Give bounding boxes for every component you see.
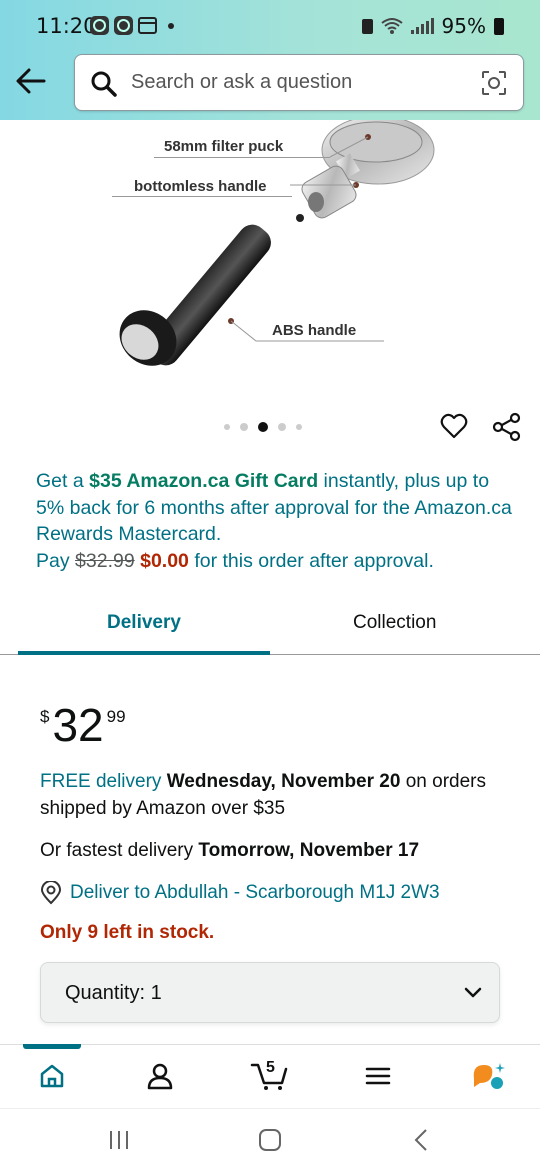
home-icon[interactable] [38,1062,66,1090]
status-time: 11:20 [36,14,97,38]
carousel-dot[interactable] [278,423,286,431]
status-bar: 11:20 95% [0,0,540,52]
cart-count-badge: 5 [266,1059,275,1076]
carousel-dot[interactable] [224,424,230,430]
callout-line [112,196,292,197]
camera-search-icon[interactable] [481,70,507,96]
signal-icon [410,18,434,34]
promo-text: for this order after approval. [188,549,434,572]
location-pin-icon [40,881,62,905]
fastest-delivery-prefix: Or fastest delivery [40,840,199,861]
search-bar[interactable]: Search or ask a question [74,54,524,111]
recent-apps-icon[interactable] [108,1129,130,1151]
promo-old-price: $32.99 [75,549,135,572]
callout-abs-handle: ABS handle [272,322,357,339]
share-icon[interactable] [492,412,522,442]
carousel-indicator[interactable] [224,422,302,432]
tab-active-indicator [18,651,270,655]
fastest-delivery: Or fastest delivery Tomorrow, November 1… [40,838,510,865]
system-navigation-bar [0,1108,540,1170]
callout-line [154,157,330,158]
quantity-label: Quantity: 1 [65,982,162,1004]
promo-text: Get a [36,470,90,492]
promo-text: Pay [36,549,76,572]
quantity-select[interactable]: Quantity: 1 [40,962,500,1023]
chevron-down-icon [464,987,482,998]
fulfillment-tabs: Delivery Collection [0,600,540,656]
app-header: 11:20 95% Search or ask a question [0,0,540,120]
nav-active-indicator [23,1044,81,1049]
delivery-date: Wednesday, November 20 [166,771,401,792]
menu-icon[interactable] [364,1062,392,1090]
notification-app-icon [114,16,133,35]
tab-delivery[interactable]: Delivery [107,612,181,634]
price-currency: $ [40,707,50,726]
search-input[interactable]: Search or ask a question [131,71,352,94]
promo-gift-card: $35 Amazon.ca Gift Card [89,470,319,492]
carousel-dot[interactable] [296,424,302,430]
price-fraction: 99 [106,707,126,726]
home-button-icon[interactable] [258,1128,282,1152]
calendar-icon [138,17,157,34]
notification-icons [90,16,174,35]
battery-icon [494,17,504,35]
notification-app-icon [90,16,109,35]
back-arrow-icon[interactable] [14,66,48,96]
carousel-dot[interactable] [240,423,248,431]
deliver-to-link[interactable]: Deliver to Abdullah - Scarborough M1J 2W… [70,880,540,907]
product-image[interactable]: 58mm filter puck bottomless handle ABS h… [0,120,540,400]
heart-icon[interactable] [440,412,468,440]
tab-collection[interactable]: Collection [353,612,436,634]
fastest-delivery-date: Tomorrow, November 17 [198,840,420,861]
search-icon [91,71,117,97]
account-icon[interactable] [146,1062,174,1090]
battery-percent: 95% [441,14,486,38]
stock-status: Only 9 left in stock. [40,922,215,943]
bottom-nav: 5 [0,1044,540,1108]
free-delivery-link[interactable]: FREE delivery [40,771,161,792]
carousel-dot-active[interactable] [258,422,268,432]
price-whole: 32 [52,699,104,751]
credit-card-promo[interactable]: Get a $35 Amazon.ca Gift Card instantly,… [36,468,516,574]
delivery-info: FREE delivery Wednesday, November 20 on … [40,769,510,822]
promo-new-price: $0.00 [140,549,189,572]
portafilter-illustration [119,120,435,366]
rufus-assistant-icon[interactable] [470,1059,506,1091]
callout-filter-puck: 58mm filter puck [164,138,284,155]
lock-icon [361,18,373,34]
wifi-icon [380,18,403,34]
system-status: 95% [361,14,504,38]
back-button-icon[interactable] [412,1128,432,1152]
callout-bottomless-handle: bottomless handle [134,178,267,195]
quantity-value: 1 [150,982,162,1004]
product-price: $ 32 99 [40,700,126,750]
more-notifications-icon [168,22,174,29]
